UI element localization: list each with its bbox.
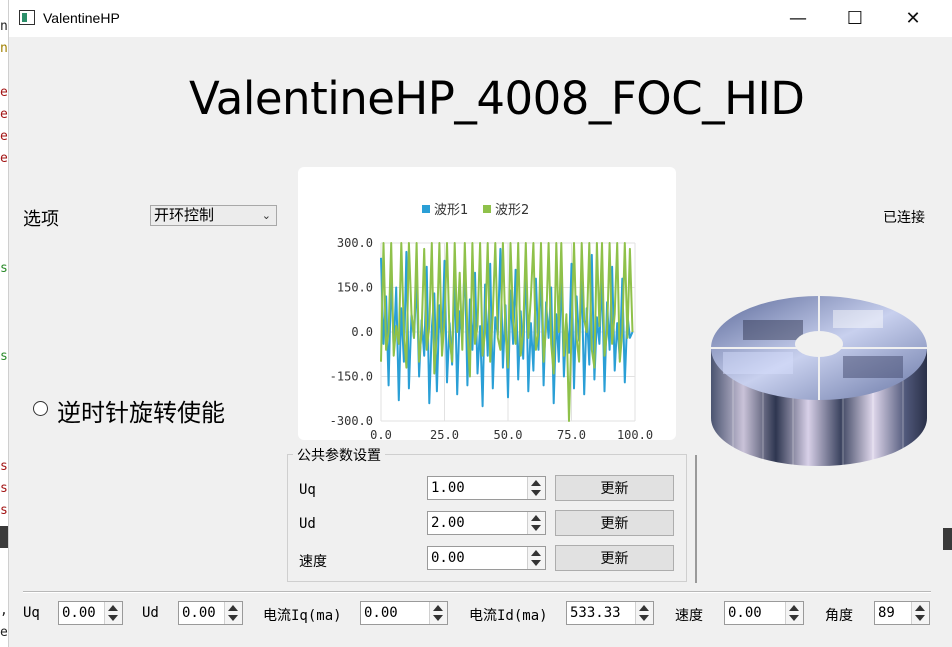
speed-param-input[interactable]: 0.00	[427, 546, 546, 570]
background-code-editor: n n e e e e s s s s s , e	[0, 0, 8, 647]
x-tick-label: 0.0	[370, 428, 392, 440]
common-params-title: 公共参数设置	[293, 445, 385, 465]
y-tick-label: -150.0	[330, 370, 373, 384]
close-button[interactable]: ✕	[884, 0, 942, 37]
y-tick-label: 300.0	[337, 236, 373, 250]
uq-update-button[interactable]: 更新	[555, 475, 674, 501]
maximize-icon: ☐	[846, 8, 864, 29]
minimize-button[interactable]: —	[769, 0, 827, 37]
uq-readout-label: Uq	[23, 605, 40, 621]
options-label: 选项	[23, 209, 59, 230]
spin-arrows-icon[interactable]	[104, 602, 122, 624]
waveform-chart-svg: 300.0150.00.0-150.0-300.00.0 25.0 50.0 75.0…	[330, 203, 653, 442]
iq-current-value: 0.00	[364, 605, 398, 621]
ud-readout-value: 0.00	[182, 605, 216, 621]
control-mode-value: 开环控制	[154, 206, 215, 224]
title-bar[interactable]: ValentineHP — ☐ ✕	[9, 0, 952, 37]
angle-readout-input[interactable]: 89	[874, 601, 930, 625]
code-glyph: s	[0, 459, 8, 474]
y-tick-label: 0.0	[351, 325, 373, 339]
ccw-enable-radio[interactable]	[33, 401, 48, 416]
code-glyph: s	[0, 261, 8, 276]
speed-readout-input[interactable]: 0.00	[724, 601, 804, 625]
id-current-input[interactable]: 533.33	[566, 601, 654, 625]
ud-update-button[interactable]: 更新	[555, 510, 674, 536]
id-current-value: 533.33	[570, 605, 621, 621]
code-glyph: e	[0, 625, 8, 640]
spin-arrows-icon[interactable]	[911, 602, 929, 624]
spin-arrows-icon[interactable]	[527, 512, 545, 534]
uq-param-label: Uq	[299, 482, 316, 498]
angle-readout-value: 89	[878, 605, 895, 621]
minimize-icon: —	[789, 8, 807, 29]
horizontal-divider	[23, 591, 931, 592]
window-title: ValentineHP	[43, 10, 120, 26]
legend-swatch-2	[483, 205, 491, 213]
speed-update-button[interactable]: 更新	[555, 545, 674, 571]
angle-readout-label: 角度	[825, 608, 853, 624]
code-glyph: n	[0, 19, 8, 34]
connection-status: 已连接	[883, 210, 925, 226]
maximize-button[interactable]: ☐	[826, 0, 884, 37]
ud-readout-input[interactable]: 0.00	[178, 601, 243, 625]
uq-param-input[interactable]: 1.00	[427, 476, 546, 500]
ud-param-label: Ud	[299, 516, 316, 532]
code-glyph: s	[0, 503, 8, 518]
spin-arrows-icon[interactable]	[635, 602, 653, 624]
speed-param-label: 速度	[299, 554, 327, 570]
uq-param-value: 1.00	[431, 480, 465, 496]
control-mode-select[interactable]: 开环控制 ⌄	[150, 205, 277, 226]
spin-arrows-icon[interactable]	[224, 602, 242, 624]
code-glyph: e	[0, 85, 8, 100]
code-glyph: e	[0, 129, 8, 144]
x-tick-label: 100.0	[617, 428, 653, 440]
ud-param-input[interactable]: 2.00	[427, 511, 546, 535]
iq-current-label: 电流Iq(ma)	[263, 608, 342, 624]
page-title: ValentineHP_4008_FOC_HID	[189, 72, 805, 125]
legend-label-2: 波形2	[495, 203, 529, 218]
speed-readout-value: 0.00	[728, 605, 762, 621]
code-glyph: e	[0, 107, 8, 122]
app-icon	[19, 10, 35, 25]
legend-label-1: 波形1	[434, 203, 468, 218]
x-tick-label: 25.0	[430, 428, 459, 440]
motor-3d-view	[711, 296, 927, 466]
uq-readout-value: 0.00	[62, 605, 96, 621]
speed-readout-label: 速度	[675, 608, 703, 624]
id-current-label: 电流Id(ma)	[469, 608, 548, 624]
code-glyph: s	[0, 349, 8, 364]
speed-param-value: 0.00	[431, 550, 465, 566]
waveform-chart: 300.0 150.0 0.0 -150.0 -300.0 0.0 25.0 50.0 75.0…	[298, 167, 676, 442]
spin-arrows-icon[interactable]	[527, 547, 545, 569]
app-window: ValentineHP — ☐ ✕ ValentineHP_4008_FOC_H…	[8, 0, 952, 647]
y-tick-label: 150.0	[337, 281, 373, 295]
x-tick-label: 50.0	[494, 428, 523, 440]
spin-arrows-icon[interactable]	[527, 477, 545, 499]
y-tick-label: -300.0	[330, 414, 373, 428]
ud-readout-label: Ud	[142, 605, 159, 621]
code-glyph: n	[0, 41, 8, 56]
code-glyph: s	[0, 481, 8, 496]
spin-arrows-icon[interactable]	[785, 602, 803, 624]
vertical-divider	[695, 455, 697, 583]
background-panel-edge	[0, 526, 8, 548]
legend-swatch-1	[422, 205, 430, 213]
spin-arrows-icon[interactable]	[429, 602, 447, 624]
close-icon: ✕	[905, 8, 921, 29]
chevron-down-icon: ⌄	[261, 209, 271, 222]
code-glyph: ,	[0, 603, 8, 618]
ccw-enable-label: 逆时针旋转使能	[57, 399, 225, 427]
code-glyph: e	[0, 151, 8, 166]
iq-current-input[interactable]: 0.00	[360, 601, 448, 625]
background-panel-edge	[943, 528, 952, 550]
x-tick-label: 75.0	[557, 428, 586, 440]
ud-param-value: 2.00	[431, 515, 465, 531]
uq-readout-input[interactable]: 0.00	[58, 601, 123, 625]
